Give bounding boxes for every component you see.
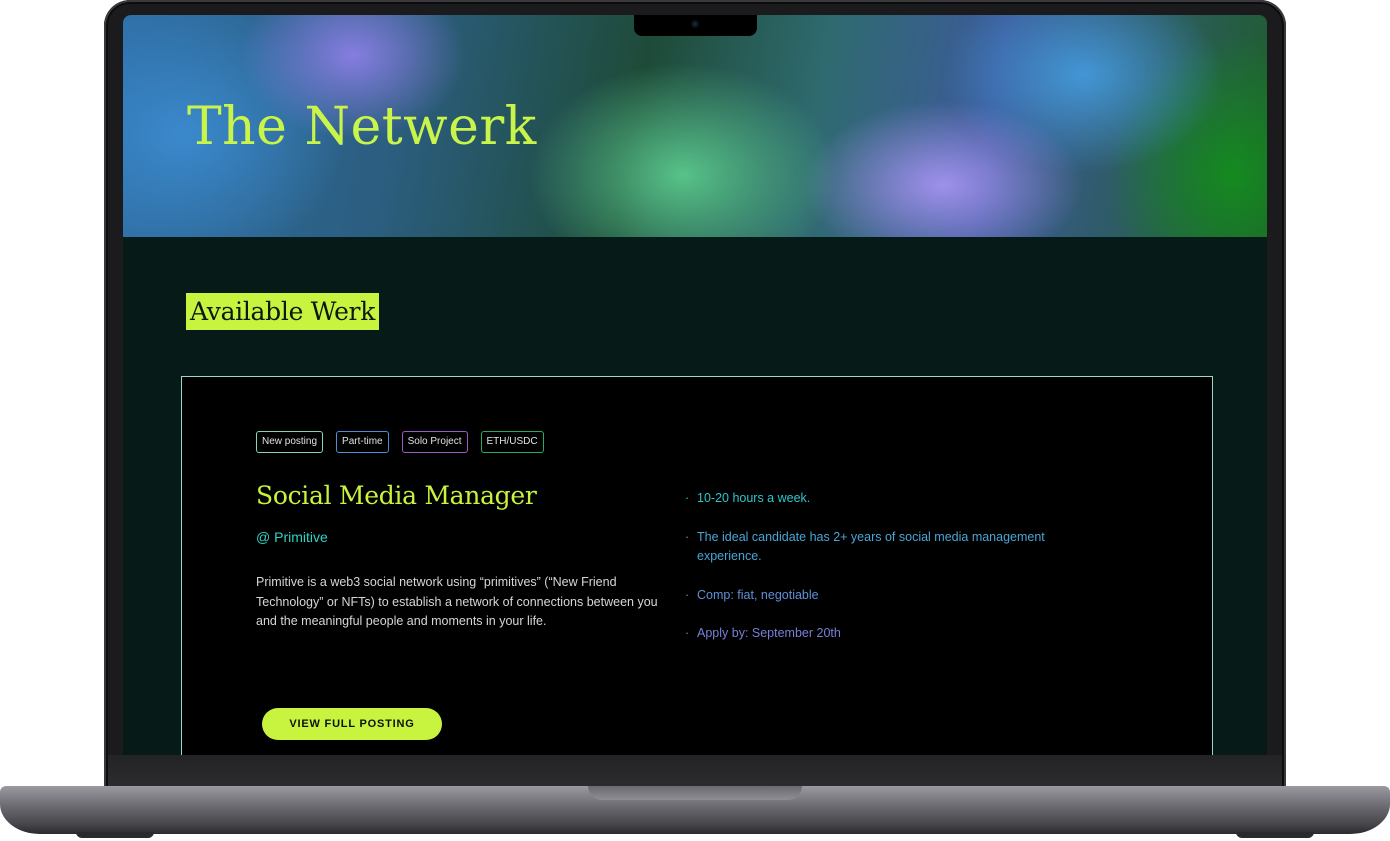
screen: The Netwerk Available Werk New posting P… — [123, 15, 1267, 755]
laptop-mockup: The Netwerk Available Werk New posting P… — [0, 0, 1390, 841]
detail-text: 10-20 hours a week. — [697, 491, 811, 505]
tag-part-time: Part-time — [336, 431, 389, 453]
tag-solo-project: Solo Project — [401, 431, 468, 453]
lid-opening-notch — [588, 786, 802, 800]
tag-new-posting: New posting — [256, 431, 324, 453]
camera-icon — [691, 20, 699, 28]
bullet-icon: · — [685, 587, 690, 602]
job-title: Social Media Manager — [256, 481, 537, 510]
bullet-icon: · — [685, 491, 690, 505]
detail-item: · The ideal candidate has 2+ years of so… — [685, 528, 1105, 567]
lower-bezel — [108, 755, 1282, 787]
job-details-list: · 10-20 hours a week. · The ideal candid… — [685, 489, 1105, 663]
job-description: Primitive is a web3 social network using… — [256, 575, 658, 628]
section-title: Available Werk — [186, 293, 380, 330]
company-name: @ Primitive — [256, 529, 328, 545]
hero-title: The Netwerk — [187, 97, 537, 157]
camera-notch — [634, 15, 757, 36]
job-card: New posting Part-time Solo Project ETH/U… — [181, 376, 1213, 755]
detail-text: The ideal candidate has 2+ years of soci… — [697, 529, 1045, 564]
hero-banner: The Netwerk — [123, 15, 1267, 237]
tag-list: New posting Part-time Solo Project ETH/U… — [256, 431, 544, 453]
bullet-icon: · — [685, 529, 690, 544]
detail-item: · Comp: fiat, negotiable — [685, 586, 1105, 606]
detail-text: Comp: fiat, negotiable — [697, 587, 819, 602]
detail-text: Apply by: September 20th — [697, 626, 841, 640]
laptop-foot-right — [1236, 832, 1314, 838]
bullet-icon: · — [685, 626, 690, 640]
detail-item: · Apply by: September 20th — [685, 624, 1105, 644]
view-full-posting-button[interactable]: VIEW FULL POSTING — [262, 708, 442, 740]
tag-payment: ETH/USDC — [480, 431, 544, 453]
laptop-foot-left — [76, 832, 154, 838]
detail-item: · 10-20 hours a week. — [685, 489, 1105, 509]
